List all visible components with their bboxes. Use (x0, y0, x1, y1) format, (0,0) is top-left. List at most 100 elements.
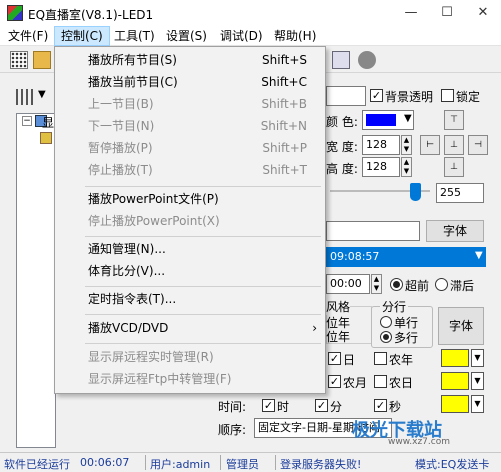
program-tree[interactable] (16, 113, 56, 448)
maximize-button[interactable]: ☐ (429, 0, 465, 26)
menu-separator (85, 343, 321, 344)
menu-item-pause: 暂停播放(P) Shift+P (88, 141, 307, 155)
menu-help[interactable]: 帮助(H) (268, 26, 322, 46)
record-icon[interactable] (358, 51, 376, 69)
advance-label: 超前 (405, 279, 430, 293)
datetime-display[interactable]: 09:08:57 (326, 247, 486, 267)
color-label: 颜 色: (326, 115, 358, 129)
menu-item-remote-ftp: 显示屏远程Ftp中转管理(F) (88, 372, 232, 386)
height-label: 高 度: (326, 162, 358, 176)
status-mode: 模式:EQ发送卡 (415, 458, 490, 471)
lunar-year-checkbox[interactable] (374, 352, 387, 365)
menu-tools[interactable]: 工具(T) (108, 26, 161, 46)
window-title: EQ直播室(V8.1)-LED1 (28, 8, 154, 22)
hour-checkbox[interactable]: ✓ (262, 399, 275, 412)
day-checkbox[interactable]: ✓ (328, 352, 341, 365)
chevron-down-icon[interactable]: ▼ (471, 349, 484, 367)
advance-radio[interactable] (390, 278, 403, 291)
lunar-day-checkbox[interactable] (374, 375, 387, 388)
chevron-down-icon[interactable]: ▼ (471, 395, 484, 413)
program-icon (40, 132, 52, 144)
watermark-url: www.xz7.com (388, 437, 450, 447)
text-input[interactable] (326, 221, 420, 241)
folder-open-icon[interactable] (33, 51, 51, 69)
status-separator (220, 455, 221, 470)
width-input[interactable]: 128 (362, 135, 400, 155)
stop-program-icon[interactable] (332, 51, 350, 69)
time-input[interactable]: 00:00 (326, 274, 370, 294)
bg-transparent-checkbox[interactable]: ✓ (370, 89, 383, 102)
menu-item-play-ppt[interactable]: 播放PowerPoint文件(P) (55, 188, 325, 210)
time-color-swatch[interactable] (441, 395, 469, 413)
status-run: 软件已经运行 (4, 458, 70, 471)
chevron-down-icon[interactable]: ▼ (471, 372, 484, 390)
align-top-icon[interactable]: ⊤ (444, 110, 464, 130)
tree-root-label[interactable]: 显 (42, 114, 54, 131)
menu-file[interactable]: 文件(F) (2, 26, 54, 46)
menu-item-timer-commands[interactable]: 定时指令表(T)... (55, 288, 325, 310)
datetime-value: 09:08:57 (330, 250, 380, 263)
status-user: 用户:admin (150, 458, 211, 471)
menu-item-remote-realtime: 显示屏远程实时管理(R) (88, 350, 214, 364)
lag-radio[interactable] (435, 278, 448, 291)
status-separator (275, 455, 276, 470)
menu-settings[interactable]: 设置(S) (160, 26, 213, 46)
font-button-2[interactable]: 字体 (438, 307, 484, 345)
minute-checkbox[interactable]: ✓ (315, 399, 328, 412)
height-spinner[interactable]: ▲ ▼ (401, 157, 412, 177)
menu-item-notification[interactable]: 通知管理(N)... (55, 238, 325, 260)
name-field[interactable] (326, 86, 366, 106)
font-button[interactable]: 字体 (426, 220, 484, 242)
chevron-down-icon[interactable]: ▼ (404, 113, 412, 124)
minimize-button[interactable]: — (393, 0, 429, 26)
multi-line-radio[interactable] (380, 331, 392, 343)
close-button[interactable]: ✕ (465, 0, 501, 26)
align-left-icon[interactable]: ⊢ (420, 135, 440, 155)
height-input[interactable]: 128 (362, 157, 400, 177)
grid-icon[interactable] (10, 51, 28, 69)
hour-label: 时 (277, 400, 290, 414)
opacity-value: 255 (436, 183, 484, 203)
menu-item-play-vcd[interactable]: 播放VCD/DVD › (55, 317, 325, 339)
control-menu-dropdown: 播放所有节目(S) Shift+S 播放当前节目(C) Shift+C 上一节目(B… (54, 46, 326, 394)
opacity-slider[interactable] (410, 183, 421, 201)
menu-separator (85, 286, 321, 287)
style-line-2: 位年 (326, 330, 351, 344)
lunar-month-label: 农月 (343, 376, 368, 390)
day-color-swatch[interactable] (441, 349, 469, 367)
submenu-arrow-icon: › (312, 321, 317, 335)
time-row-label: 时间: (218, 400, 247, 414)
menu-item-sports-score[interactable]: 体育比分(V)... (55, 260, 325, 282)
chevron-down-icon[interactable]: ▼ (38, 89, 46, 100)
second-label: 秒 (389, 400, 402, 414)
lock-label: 锁定 (456, 90, 481, 104)
status-separator (145, 455, 146, 470)
single-line-radio[interactable] (380, 316, 392, 328)
tree-expand-icon[interactable]: − (22, 116, 32, 126)
align-bottom-icon[interactable]: ⊥ (444, 157, 464, 177)
status-login: 登录服务器失败! (280, 458, 362, 471)
chevron-down-icon[interactable]: ▼ (475, 250, 483, 261)
menu-item-play-current[interactable]: 播放当前节目(C) Shift+C (55, 71, 325, 93)
lock-checkbox[interactable] (441, 89, 454, 102)
menu-item-play-all[interactable]: 播放所有节目(S) Shift+S (55, 49, 325, 71)
menu-debug[interactable]: 调试(D) (214, 26, 269, 46)
menu-item-prev-program: 上一节目(B) Shift+B (88, 97, 307, 111)
align-center-icon[interactable]: ⊥ (444, 135, 464, 155)
bg-transparent-label: 背景透明 (385, 90, 434, 104)
align-right-icon[interactable]: ⊣ (468, 135, 488, 155)
second-checkbox[interactable]: ✓ (374, 399, 387, 412)
order-label: 顺序: (218, 423, 247, 437)
time-spinner[interactable]: ▲ ▼ (371, 274, 382, 294)
style-label: 风格 (326, 298, 351, 315)
menu-control[interactable]: 控制(C) (54, 26, 110, 46)
lunar-day-label: 农日 (389, 376, 414, 390)
tree-view-icon[interactable] (16, 89, 34, 105)
menu-item-stop-ppt: 停止播放PowerPoint(X) (88, 214, 220, 228)
lunar-year-label: 农年 (389, 353, 414, 367)
month-color-swatch[interactable] (441, 372, 469, 390)
day-label: 日 (343, 353, 356, 367)
menu-item-stop: 停止播放(T) Shift+T (88, 163, 307, 177)
width-spinner[interactable]: ▲ ▼ (401, 135, 412, 155)
width-label: 宽 度: (326, 140, 358, 154)
